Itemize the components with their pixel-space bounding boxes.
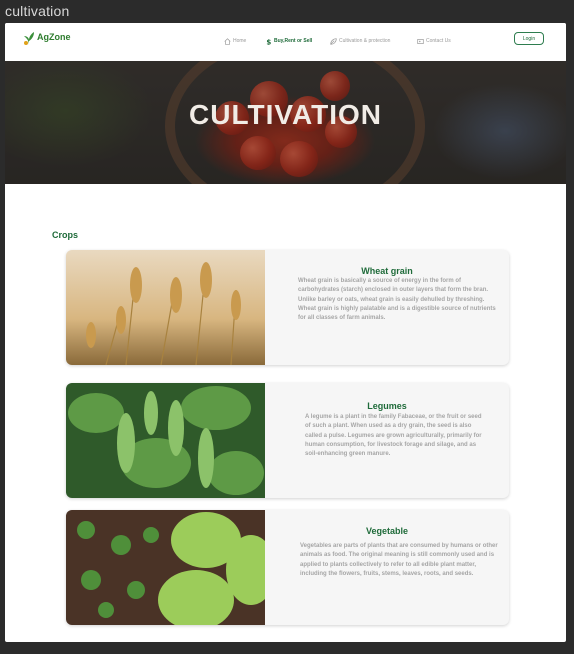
nav-cultivation[interactable]: Cultivation & protection: [330, 35, 390, 47]
crop-card-vegetable[interactable]: Vegetable Vegetables are parts of plants…: [66, 510, 509, 625]
top-nav: AgZone Home $ Buy,Rent or Sell Cultivati…: [5, 23, 566, 61]
nav-contact-label: Contact Us: [426, 38, 451, 44]
nav-home[interactable]: Home: [224, 35, 246, 47]
card-description: Vegetables are parts of plants that are …: [300, 543, 498, 577]
card-description: Wheat grain is basically a source of ene…: [298, 278, 496, 322]
nav-contact[interactable]: Contact Us: [417, 35, 451, 47]
nav-buy-rent-sell[interactable]: $ Buy,Rent or Sell: [265, 35, 312, 47]
wheat-image: [66, 250, 265, 365]
crop-card-wheat[interactable]: Wheat grain Wheat grain is basically a s…: [66, 250, 509, 365]
contact-icon: [417, 38, 424, 44]
home-icon: [224, 37, 231, 45]
card-title: Vegetable: [365, 526, 409, 536]
card-description: A legume is a plant in the family Fabace…: [305, 414, 482, 458]
card-title: Legumes: [367, 401, 407, 411]
page: AgZone Home $ Buy,Rent or Sell Cultivati…: [5, 23, 566, 642]
card-body: Wheat grain Wheat grain is basically a s…: [265, 250, 509, 365]
hero-title: CULTIVATION: [189, 99, 382, 130]
card-title: Wheat grain: [361, 266, 413, 276]
logo[interactable]: AgZone: [22, 28, 82, 48]
svg-text:$: $: [266, 38, 271, 45]
card-body: Vegetable Vegetables are parts of plants…: [265, 510, 509, 625]
nav-home-label: Home: [233, 38, 247, 44]
leaf-icon: [330, 37, 337, 45]
login-button[interactable]: Login: [514, 32, 544, 45]
dollar-icon: $: [266, 38, 271, 45]
nav-buy-label: Buy,Rent or Sell: [274, 38, 313, 44]
legumes-image: [66, 383, 265, 498]
logo-text: AgZone: [37, 32, 71, 42]
section-title: Crops: [52, 230, 79, 240]
nav-cultivation-label: Cultivation & protection: [339, 38, 391, 44]
vegetable-image: [66, 510, 265, 625]
leaf-logo-icon: [24, 32, 34, 45]
hero-banner: CULTIVATION: [5, 61, 566, 184]
crop-card-legumes[interactable]: Legumes A legume is a plant in the famil…: [66, 383, 509, 498]
card-body: Legumes A legume is a plant in the famil…: [265, 383, 509, 498]
window-title: cultivation: [5, 3, 70, 19]
